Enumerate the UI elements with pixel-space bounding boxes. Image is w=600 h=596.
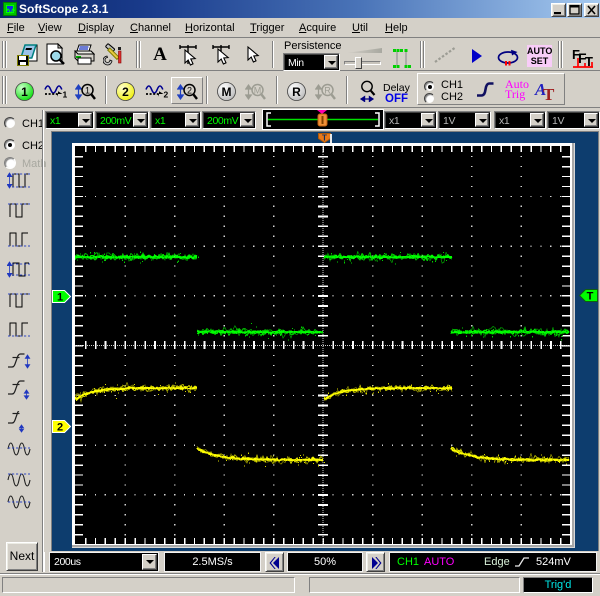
svg-text:M: M [254,86,262,96]
svg-text:1: 1 [63,90,68,99]
svg-text:T: T [322,134,327,143]
svg-text:M: M [222,85,232,99]
svg-text:2: 2 [164,90,169,99]
svg-text:1: 1 [21,85,28,99]
svg-text:T: T [587,291,594,303]
svg-text:2: 2 [57,422,63,434]
svg-text:R: R [324,86,331,96]
svg-text:1: 1 [57,292,63,304]
svg-text:2: 2 [122,85,129,99]
svg-text:T: T [543,85,555,102]
svg-text:2: 2 [187,86,192,96]
svg-text:A: A [153,45,167,63]
svg-text:1: 1 [85,86,90,96]
svg-text:R: R [292,85,301,99]
